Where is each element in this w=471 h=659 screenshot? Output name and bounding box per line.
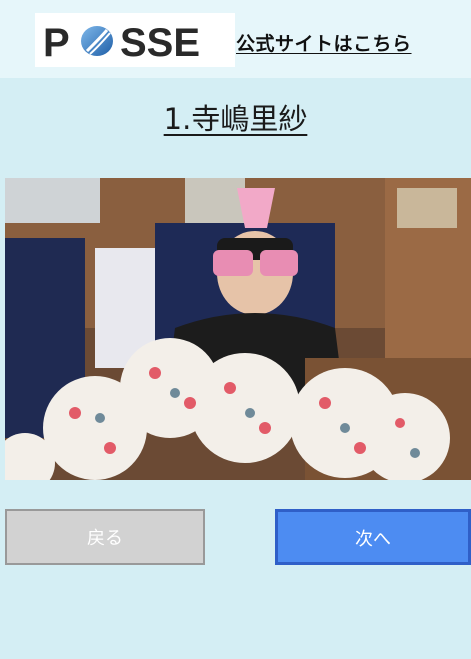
official-site-link[interactable]: 公式サイトはこちら (236, 29, 412, 56)
page-title: 1.寺嶋里紗 (163, 102, 308, 136)
next-button[interactable]: 次へ (275, 509, 471, 565)
svg-text:SSE: SSE (120, 21, 200, 65)
svg-text:P: P (43, 21, 70, 65)
photo-icon (5, 178, 471, 480)
member-photo (5, 178, 471, 480)
posse-logo-icon: P SSE (43, 21, 200, 65)
posse-logo[interactable]: P SSE (35, 13, 235, 67)
back-button[interactable]: 戻る (5, 509, 205, 565)
